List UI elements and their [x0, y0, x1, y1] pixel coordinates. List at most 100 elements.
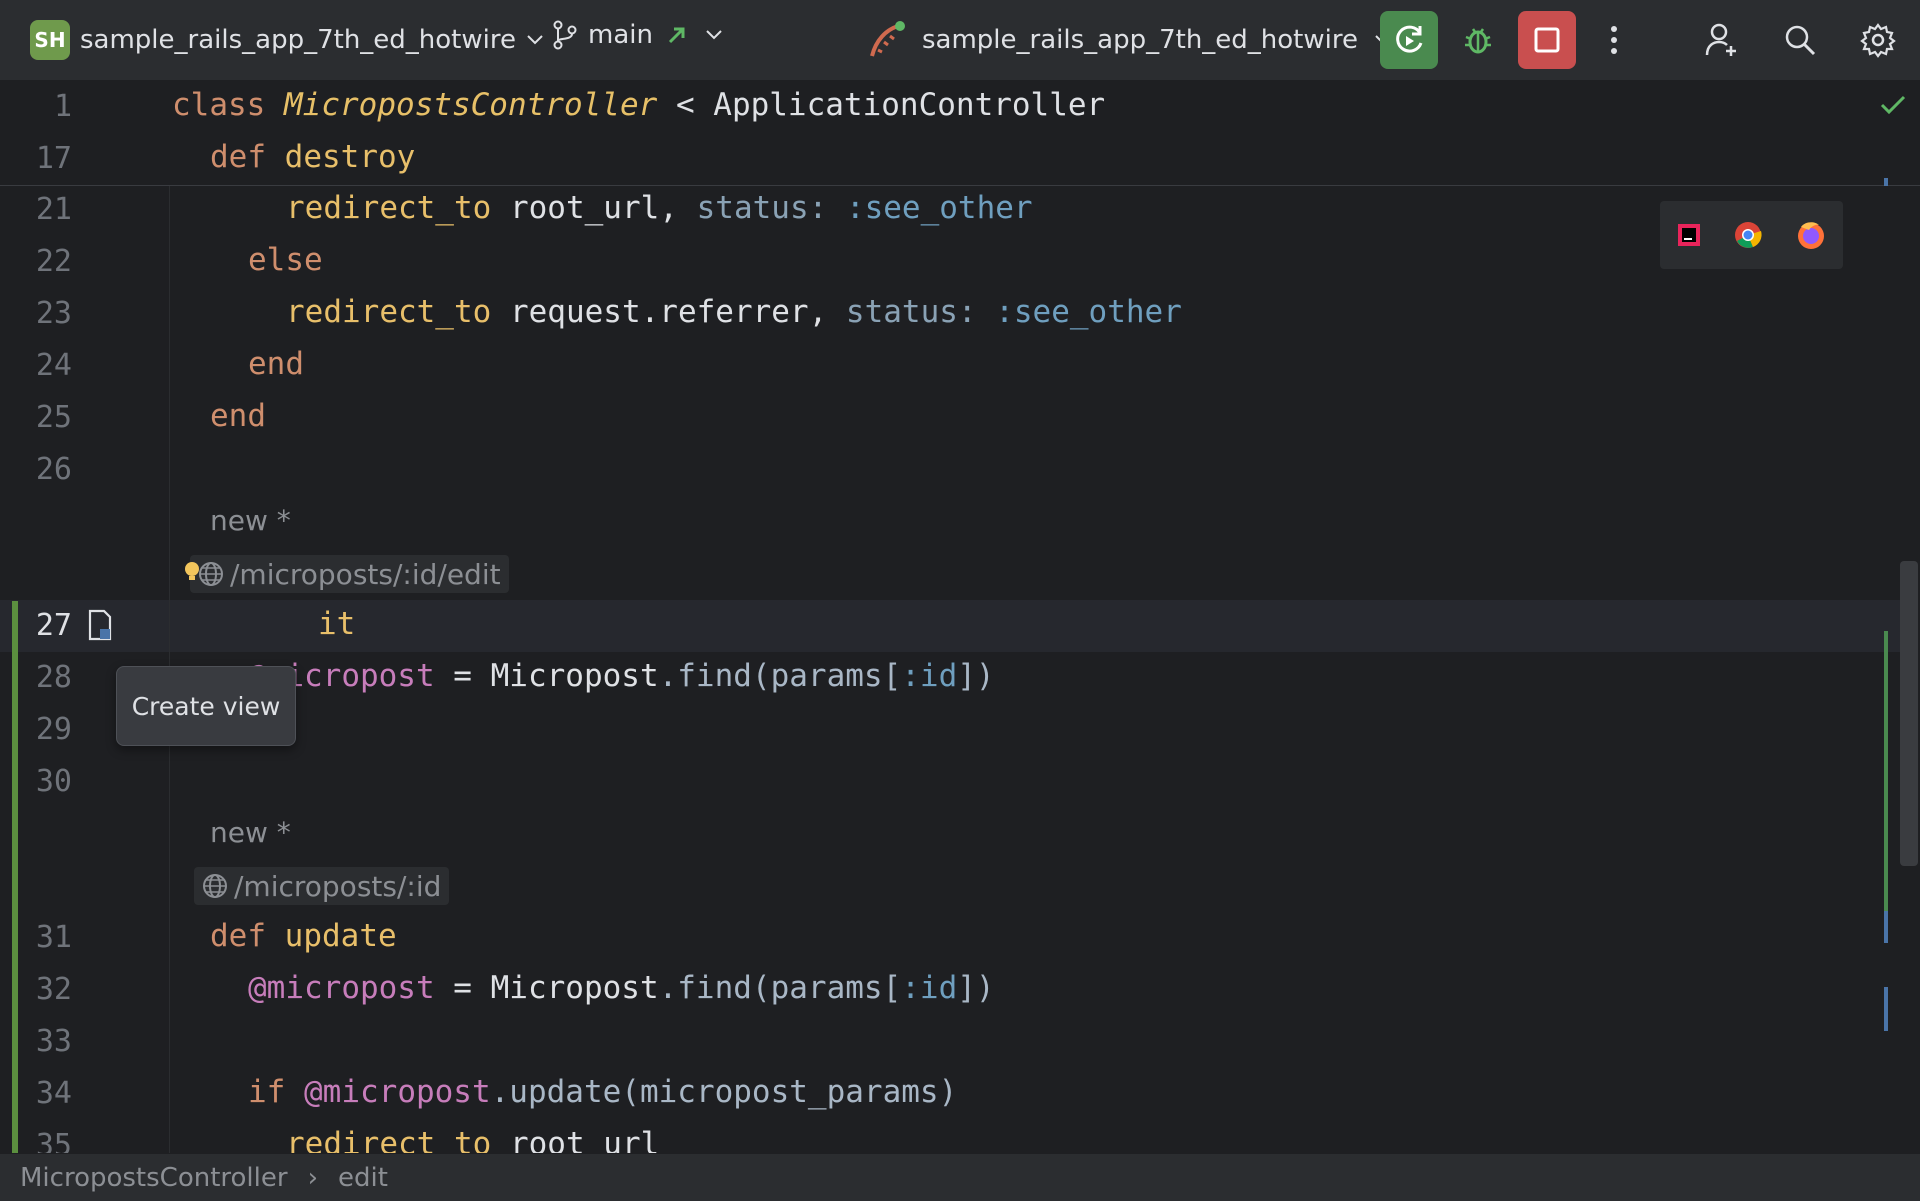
- route-hint[interactable]: /microposts/:id/edit: [190, 555, 509, 593]
- instance-variable: @micropost: [248, 970, 435, 1006]
- line-number: 30: [35, 764, 72, 799]
- search-icon: [1785, 25, 1816, 56]
- add-user-icon: [1705, 23, 1736, 56]
- line-number: 32: [35, 972, 72, 1007]
- stop-button[interactable]: [1518, 11, 1576, 69]
- change-marker[interactable]: [1884, 178, 1888, 186]
- code-text: .update(micropost_params): [490, 1074, 958, 1110]
- code-line-24: end: [248, 346, 304, 382]
- create-view-icon[interactable]: [86, 609, 114, 641]
- method-name: it: [318, 606, 356, 642]
- line-number: 27: [35, 608, 72, 643]
- line-number: 34: [35, 1076, 72, 1111]
- keyword: end: [248, 346, 304, 382]
- line-number: 23: [35, 296, 72, 331]
- code-text: root_url,: [491, 190, 697, 226]
- line-number: 29: [35, 712, 72, 747]
- symbol: :see_other: [995, 294, 1182, 330]
- breadcrumb-method[interactable]: edit: [338, 1163, 388, 1193]
- code-line-34: if @micropost.update(micropost_params): [248, 1074, 957, 1110]
- code-text: ]): [957, 658, 995, 694]
- gear-icon: [1860, 23, 1896, 58]
- code-with-me-button[interactable]: [1698, 16, 1746, 64]
- keyword: def: [210, 918, 266, 954]
- breadcrumb-class[interactable]: MicropostsController: [20, 1163, 288, 1193]
- keyword: else: [248, 242, 323, 278]
- debug-button[interactable]: [1454, 16, 1502, 64]
- operator: <: [657, 87, 714, 123]
- settings-button[interactable]: [1854, 16, 1902, 64]
- code-line-17: def destroy: [210, 139, 415, 175]
- method-call: redirect_to: [286, 294, 492, 330]
- code-text: .find(params[: [658, 970, 902, 1006]
- change-marker[interactable]: [1884, 631, 1888, 921]
- search-button[interactable]: [1776, 16, 1824, 64]
- firefox-icon[interactable]: [1795, 219, 1827, 251]
- branch-selector[interactable]: main: [552, 20, 723, 50]
- change-marker[interactable]: [1884, 911, 1888, 943]
- run-config-selector[interactable]: sample_rails_app_7th_ed_hotwire: [868, 20, 1392, 60]
- symbol: :id: [901, 970, 958, 1006]
- code-vision-hint[interactable]: new *: [210, 816, 291, 849]
- line-number: 33: [35, 1024, 72, 1059]
- code-line-25: end: [210, 398, 266, 434]
- breadcrumb-separator: ›: [307, 1162, 318, 1193]
- rerun-icon: [1396, 25, 1423, 53]
- symbol: :id: [901, 658, 958, 694]
- vertical-scrollbar[interactable]: [1900, 561, 1918, 866]
- chevron-down-icon: [527, 35, 543, 45]
- code-editor[interactable]: 1 class MicropostsController < Applicati…: [0, 81, 1920, 1163]
- method-call: redirect_to: [286, 190, 492, 226]
- project-selector[interactable]: SH sample_rails_app_7th_ed_hotwire: [30, 20, 544, 60]
- project-name: sample_rails_app_7th_ed_hotwire: [80, 25, 516, 55]
- keyword-arg: status:: [696, 190, 846, 226]
- code-line-31: def update: [210, 918, 397, 954]
- browser-preview-bar: [1660, 201, 1843, 269]
- line-number: 28: [35, 660, 72, 695]
- line-number: 21: [35, 192, 72, 227]
- jetbrains-browser-icon[interactable]: [1676, 222, 1702, 248]
- change-marker[interactable]: [1884, 987, 1888, 1031]
- line-number: 31: [35, 920, 72, 955]
- gutter-separator: [169, 81, 170, 1153]
- create-view-tooltip: Create view: [116, 666, 296, 746]
- rerun-button[interactable]: [1380, 11, 1438, 69]
- code-line-32: @micropost = Micropost.find(params[:id]): [248, 970, 995, 1006]
- chrome-icon[interactable]: [1733, 220, 1763, 250]
- code-line-27: it: [318, 606, 355, 642]
- code-line-1: class MicropostsController < Application…: [172, 87, 1105, 123]
- keyword: def: [210, 139, 266, 175]
- run-config-name: sample_rails_app_7th_ed_hotwire: [922, 25, 1358, 55]
- keyword-arg: status:: [845, 294, 996, 330]
- current-line-highlight: [0, 600, 1900, 652]
- route-hint[interactable]: /microposts/:id: [194, 867, 450, 905]
- route-path: /microposts/:id: [234, 869, 442, 903]
- code-vision-hint[interactable]: new *: [210, 504, 291, 537]
- code-text: .find(params[: [658, 658, 902, 694]
- project-badge: SH: [30, 20, 70, 60]
- status-bar: MicropostsController › edit: [0, 1153, 1920, 1201]
- code-line-21: redirect_to root_url, status: :see_other: [286, 190, 1033, 226]
- lightbulb-icon[interactable]: [182, 561, 202, 583]
- symbol: :see_other: [845, 190, 1033, 226]
- more-actions-button[interactable]: [1590, 16, 1638, 64]
- line-number: 22: [35, 244, 72, 279]
- check-icon: [1880, 95, 1906, 115]
- method-name: destroy: [284, 139, 416, 175]
- code-text: = Micropost: [434, 970, 659, 1006]
- keyword: end: [210, 398, 266, 434]
- line-number: 24: [35, 348, 72, 383]
- class-name: MicropostsController: [284, 87, 658, 123]
- code-text: ]): [957, 970, 995, 1006]
- bug-icon: [1465, 28, 1491, 54]
- chevron-down-icon: [706, 30, 722, 40]
- code-line-28: @micropost = Micropost.find(params[:id]): [248, 658, 995, 694]
- code-line-22: else: [248, 242, 323, 278]
- rails-icon: [870, 21, 905, 57]
- git-branch-icon: [553, 20, 577, 50]
- globe-icon: [203, 874, 227, 898]
- instance-variable: @micropost: [304, 1074, 491, 1110]
- code-line-23: redirect_to request.referrer, status: :s…: [286, 294, 1182, 330]
- more-vertical-icon: [1611, 26, 1617, 54]
- line-number: 25: [35, 400, 72, 435]
